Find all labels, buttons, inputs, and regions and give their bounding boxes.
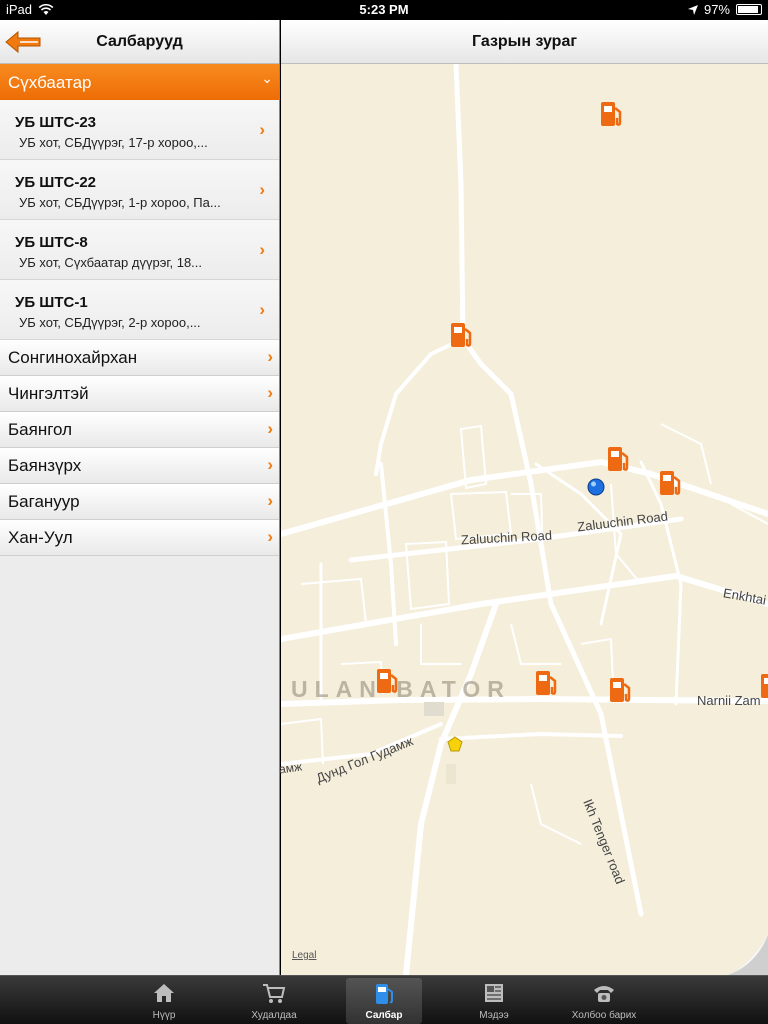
station-address: УБ хот, СБДүүрэг, 2-р хороо,... <box>19 315 201 330</box>
station-name: УБ ШТС-22 <box>15 174 97 191</box>
home-icon <box>154 984 174 1002</box>
status-bar: iPad 5:23 PM 97% <box>0 0 768 20</box>
chevron-right-icon: › <box>267 455 273 474</box>
chevron-right-icon: › <box>259 180 265 199</box>
station-address: УБ хот, СБДүүрэг, 1-р хороо, Па... <box>19 195 221 210</box>
branches-header: Салбарууд <box>0 20 279 64</box>
phone-icon <box>594 986 614 1002</box>
chevron-right-icon: › <box>259 300 265 319</box>
fuel-pump-icon <box>376 984 393 1004</box>
tab-label: Салбар <box>365 1010 403 1021</box>
chevron-right-icon: › <box>259 120 265 139</box>
map-panel: Газрын зураг Legal <box>281 20 768 975</box>
cart-icon <box>263 984 286 1003</box>
battery-icon <box>736 4 762 15</box>
chevron-right-icon: › <box>267 419 273 438</box>
station-address: УБ хот, Сүхбаатар дүүрэг, 18... <box>19 255 203 270</box>
tab-home[interactable]: Нүүр <box>126 978 202 1024</box>
group-item-songinokhairkhan[interactable]: Сонгинохайрхан › <box>0 340 279 376</box>
group-item-khan-uul[interactable]: Хан-Уул › <box>0 520 279 556</box>
group-label: Чингэлтэй <box>8 384 89 403</box>
tab-news[interactable]: Мэдээ <box>456 978 532 1024</box>
chevron-right-icon: › <box>267 383 273 402</box>
tab-branches[interactable]: Салбар <box>346 978 422 1024</box>
group-label: Хан-Уул <box>8 528 73 547</box>
branches-panel: Салбарууд Сүхбаатар ⌄ УБ ШТС-23 УБ хот, … <box>0 20 280 975</box>
station-item[interactable]: УБ ШТС-1 УБ хот, СБДүүрэг, 2-р хороо,...… <box>0 280 279 340</box>
news-icon <box>485 984 503 1002</box>
page-curl-icon[interactable] <box>728 935 768 975</box>
legal-link[interactable]: Legal <box>292 950 316 961</box>
station-item[interactable]: УБ ШТС-22 УБ хот, СБДүүрэг, 1-р хороо, П… <box>0 160 279 220</box>
battery-percent: 97% <box>703 2 730 17</box>
group-label: Сүхбаатар <box>8 73 92 92</box>
page-title: Салбарууд <box>96 33 183 50</box>
map-canvas[interactable] <box>281 61 768 975</box>
location-arrow-icon <box>687 4 698 15</box>
station-name: УБ ШТС-23 <box>15 114 97 131</box>
map-view[interactable] <box>281 61 768 975</box>
map-header: Газрын зураг <box>281 20 768 64</box>
tab-bar: Нүүр Худалдаа Салбар Мэдээ Холбоо барих <box>0 975 768 1024</box>
station-item[interactable]: УБ ШТС-23 УБ хот, СБДүүрэг, 17-р хороо,.… <box>0 100 279 160</box>
tab-label: Холбоо барих <box>571 1010 637 1021</box>
group-label: Баянгол <box>8 420 73 439</box>
chevron-down-icon: ⌄ <box>261 70 273 86</box>
clock: 5:23 PM <box>359 2 409 17</box>
tab-label: Мэдээ <box>479 1010 509 1021</box>
group-label: Багануур <box>8 492 80 511</box>
station-name: УБ ШТС-1 <box>15 294 88 311</box>
group-label: Баянзүрх <box>8 456 82 475</box>
station-address: УБ хот, СБДүүрэг, 17-р хороо,... <box>19 135 208 150</box>
chevron-right-icon: › <box>267 347 273 366</box>
chevron-right-icon: › <box>267 527 273 546</box>
group-item-bayangol[interactable]: Баянгол › <box>0 412 279 448</box>
group-item-bayanzurkh[interactable]: Баянзүрх › <box>0 448 279 484</box>
tab-label: Нүүр <box>152 1010 176 1021</box>
group-label: Сонгинохайрхан <box>8 348 138 367</box>
map-title: Газрын зураг <box>471 33 578 50</box>
tab-shop[interactable]: Худалдаа <box>236 978 312 1024</box>
chevron-right-icon: › <box>259 240 265 259</box>
chevron-right-icon: › <box>267 491 273 510</box>
tab-label: Худалдаа <box>251 1010 297 1021</box>
group-item-chingeltei[interactable]: Чингэлтэй › <box>0 376 279 412</box>
group-header-sukhbaatar[interactable]: Сүхбаатар ⌄ <box>0 64 279 100</box>
tab-contact[interactable]: Холбоо барих <box>566 978 642 1024</box>
station-item[interactable]: УБ ШТС-8 УБ хот, Сүхбаатар дүүрэг, 18...… <box>0 220 279 280</box>
group-item-baganuur[interactable]: Багануур › <box>0 484 279 520</box>
station-name: УБ ШТС-8 <box>15 234 88 251</box>
